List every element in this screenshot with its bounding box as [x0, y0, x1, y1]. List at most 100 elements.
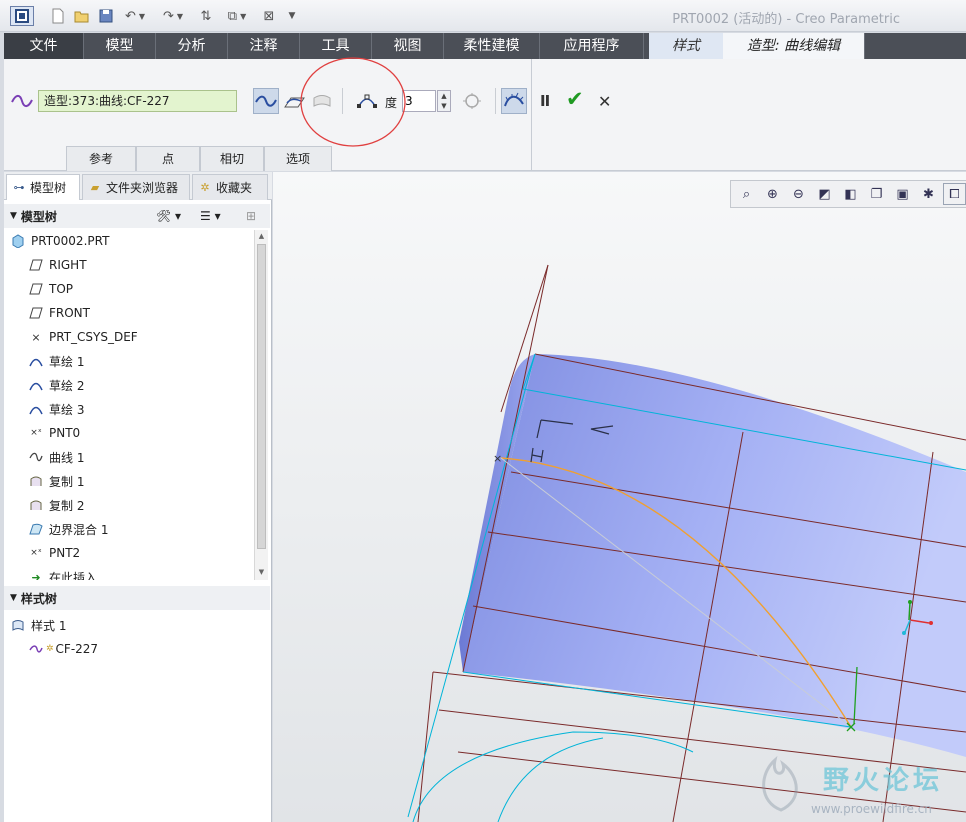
open-icon[interactable] — [72, 6, 92, 26]
redo-icon[interactable]: ↷ ▼ — [158, 6, 188, 26]
ok-button[interactable]: ✔ — [566, 87, 584, 111]
curve-analysis-button[interactable] — [459, 88, 485, 114]
style-feature-icon — [10, 617, 26, 633]
model-tree-header[interactable]: ▼ 模型树 🛠 ▾ ☰ ▾ ⊞ — [4, 204, 270, 228]
tree-item-copy-1[interactable]: 复制 1 — [28, 470, 84, 492]
tab-favorites[interactable]: ✲ 收藏夹 — [192, 174, 268, 200]
creo-app-icon[interactable] — [10, 6, 34, 26]
tree-item-copy-2[interactable]: 复制 2 — [28, 494, 84, 516]
curve-edit-ribbon: 造型:373:曲线:CF-227 度 ▲▼ II ✔ ✕ 参考 点 相切 选项 — [4, 57, 966, 171]
tab-style[interactable]: 样式 — [649, 33, 723, 59]
tab-annotate[interactable]: 注释 — [228, 33, 300, 59]
tab-flexible-modeling[interactable]: 柔性建模 — [444, 33, 540, 59]
subtab-references[interactable]: 参考 — [66, 146, 136, 171]
copy-surface-icon — [28, 497, 44, 513]
part-icon — [10, 233, 26, 249]
flame-logo-icon — [762, 755, 798, 812]
pause-button[interactable]: II — [540, 92, 550, 110]
tree-columns-icon[interactable]: ⊞ — [246, 209, 256, 223]
ribbon-tabs: 文件 模型 分析 注释 工具 视图 柔性建模 应用程序 样式 造型: 曲线编辑 — [4, 33, 966, 59]
curvature-display-button[interactable] — [501, 88, 527, 114]
tree-scrollbar[interactable]: ▲ ▼ — [254, 230, 268, 580]
tree-item-sketch-3[interactable]: 草绘 3 — [28, 398, 84, 420]
saved-views-icon[interactable]: ❐ — [865, 183, 888, 205]
tab-model[interactable]: 模型 — [84, 33, 156, 59]
datum-plane-icon — [28, 281, 44, 297]
curve-name-field[interactable]: 造型:373:曲线:CF-227 — [38, 90, 237, 112]
sketch-icon — [28, 377, 44, 393]
tree-item-pnt2[interactable]: ×ˣ PNT2 — [28, 542, 80, 564]
view-toolbar: ⌕ ⊕ ⊖ ◩ ◧ ❐ ▣ ✱ ⧠ — [730, 180, 966, 208]
window-title: PRT0002 (活动的) - Creo Parametric — [672, 12, 900, 27]
datum-point-icon: ×ˣ — [30, 428, 42, 438]
tab-applications[interactable]: 应用程序 — [540, 33, 644, 59]
zoom-in-icon[interactable]: ⊕ — [761, 183, 784, 205]
tree-item-curve-1[interactable]: 曲线 1 — [28, 446, 84, 468]
new-icon[interactable] — [48, 6, 68, 26]
active-marker-icon: ✲ — [46, 644, 54, 654]
degree-stepper[interactable]: ▲ ▼ — [437, 90, 451, 112]
title-bar: ↶ ▼ ↷ ▼ ⇅ ⧉ ▼ ⊠ ▼ PRT0002 (活动的) - Creo Para… — [0, 0, 966, 32]
sketch-icon — [28, 401, 44, 417]
save-icon[interactable] — [96, 6, 116, 26]
tab-folder-browser[interactable]: ▰ 文件夹浏览器 — [82, 174, 190, 200]
curve-icon — [11, 92, 33, 113]
curve-start-marker[interactable]: × — [493, 452, 502, 465]
cancel-button[interactable]: ✕ — [598, 92, 611, 111]
subtab-tangency[interactable]: 相切 — [200, 146, 264, 171]
ribbon-divider — [531, 59, 532, 171]
customize-icon[interactable]: ▼ — [285, 6, 299, 26]
tree-item-part[interactable]: PRT0002.PRT — [10, 230, 109, 252]
watermark-url: www.proewildfire.cn — [811, 802, 932, 816]
tree-item-pnt0[interactable]: ×ˣ PNT0 — [28, 422, 80, 444]
collapse-arrow-icon: ▼ — [10, 593, 17, 603]
display-style-icon[interactable]: ◧ — [839, 183, 862, 205]
undo-icon[interactable]: ↶ ▼ — [120, 6, 150, 26]
tab-curve-edit[interactable]: 造型: 曲线编辑 — [723, 33, 865, 59]
tree-item-insert-here[interactable]: ➜ 在此插入 — [28, 566, 97, 581]
tree-item-sketch-1[interactable]: 草绘 1 — [28, 350, 84, 372]
free-curve-icon — [28, 641, 44, 657]
tree-item-right[interactable]: RIGHT — [28, 254, 87, 276]
folder-icon: ▰ — [90, 181, 100, 194]
view-manager-icon[interactable]: ▣ — [891, 183, 914, 205]
curve-icon — [28, 449, 44, 465]
forum-watermark: 野火论坛 www.proewildfire.cn — [753, 752, 966, 822]
refit-icon[interactable]: ⌕ — [735, 183, 758, 205]
scroll-up-icon[interactable]: ▲ — [255, 230, 268, 243]
tree-item-front[interactable]: FRONT — [28, 302, 90, 324]
model-tree: PRT0002.PRT RIGHT TOP FRONT ⨯ PRT_CSYS_D… — [10, 230, 254, 580]
repaint-icon[interactable]: ◩ — [813, 183, 836, 205]
zoom-out-icon[interactable]: ⊖ — [787, 183, 810, 205]
tree-filter-icon[interactable]: ☰ ▾ — [200, 209, 221, 223]
subtab-points[interactable]: 点 — [136, 146, 200, 171]
navigator-tabs: ⊶ 模型树 ▰ 文件夹浏览器 ✲ 收藏夹 — [4, 172, 272, 200]
scroll-down-icon[interactable]: ▼ — [255, 566, 268, 579]
model-tree-icon: ⊶ — [13, 181, 25, 194]
tree-item-sketch-2[interactable]: 草绘 2 — [28, 374, 84, 396]
free-curve-button[interactable] — [253, 88, 279, 114]
style-tree-header[interactable]: ▼ 样式树 — [4, 586, 270, 610]
datum-display-icon[interactable]: ✱ — [917, 183, 940, 205]
scrollbar-thumb[interactable] — [257, 244, 266, 549]
tab-model-tree[interactable]: ⊶ 模型树 — [6, 174, 80, 200]
boundary-blend-icon — [28, 521, 44, 537]
window-icon[interactable]: ⧉ ▼ — [220, 6, 254, 26]
tab-file[interactable]: 文件 — [4, 33, 84, 59]
tree-item-top[interactable]: TOP — [28, 278, 73, 300]
graphics-window[interactable]: × ⌕ ⊕ ⊖ ◩ ◧ ❐ ▣ ✱ ⧠ 野火论坛 www.proewildfir… — [273, 172, 966, 822]
tree-item-boundary-blend-1[interactable]: 边界混合 1 — [28, 518, 108, 540]
sketch-icon — [28, 353, 44, 369]
close-window-icon[interactable]: ⊠ — [260, 6, 278, 26]
tree-settings-icon[interactable]: 🛠 ▾ — [156, 209, 181, 223]
style-item-style-1[interactable]: 样式 1 — [10, 614, 66, 636]
tree-item-csys[interactable]: ⨯ PRT_CSYS_DEF — [28, 326, 137, 348]
tab-analysis[interactable]: 分析 — [156, 33, 228, 59]
regenerate-icon[interactable]: ⇅ — [196, 6, 216, 26]
ribbon-separator — [495, 88, 496, 114]
style-item-cf-227[interactable]: ✲ CF-227 — [28, 638, 98, 660]
collapse-arrow-icon: ▼ — [10, 211, 17, 221]
insert-arrow-icon: ➜ — [31, 570, 41, 581]
surface[interactable] — [463, 354, 966, 757]
annotation-display-icon[interactable]: ⧠ — [943, 183, 966, 205]
